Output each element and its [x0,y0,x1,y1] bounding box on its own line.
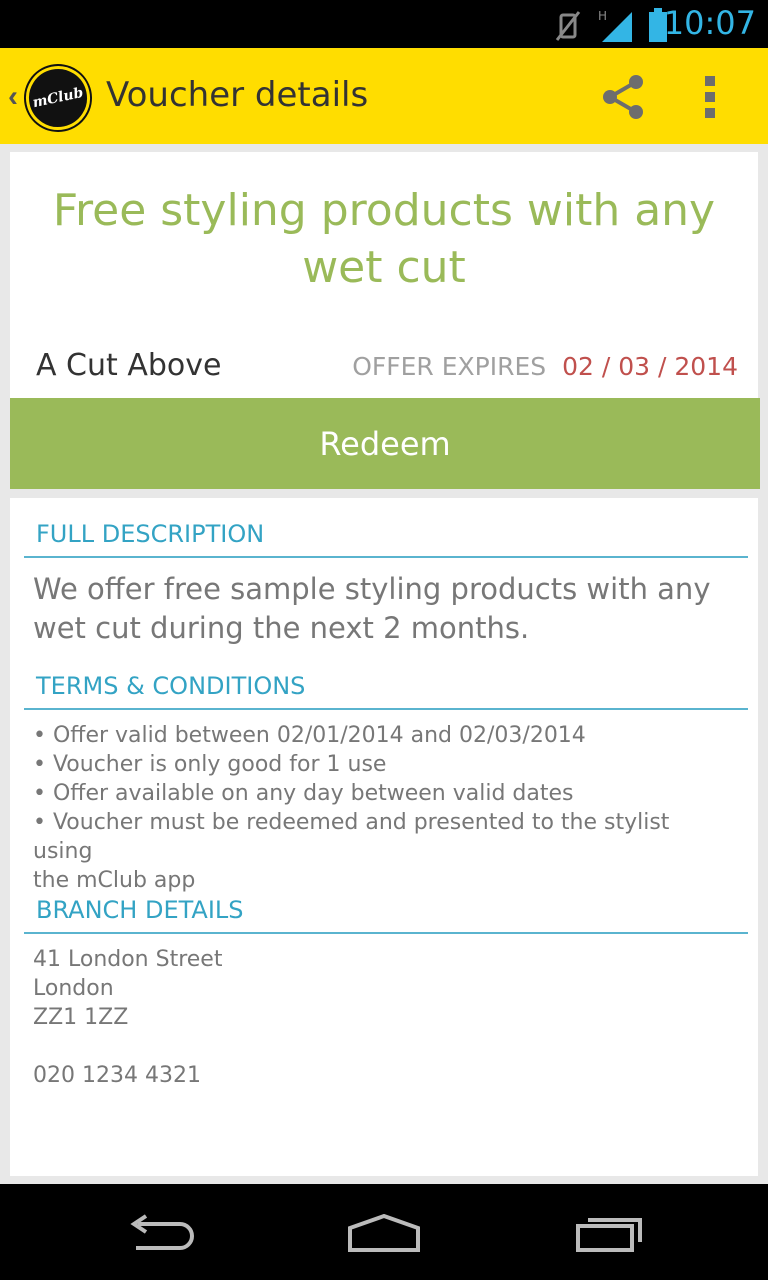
offer-title-line: wet cut [302,242,466,293]
vibrate-mute-icon [554,10,582,42]
terms-list: • Offer valid between 02/01/2014 and 02/… [33,721,723,895]
branch-address: 41 London Street London ZZ1 1ZZ 020 1234… [33,945,723,1090]
description-line: wet cut during the next 2 months. [33,611,530,645]
offer-expiry: OFFER EXPIRES 02 / 03 / 2014 [352,352,738,381]
terms-item: • Offer available on any day between val… [33,781,574,806]
full-description-text: We offer free sample styling products wi… [33,570,723,648]
address-line: 41 London Street [33,947,223,972]
address-city: London [33,976,114,1001]
svg-text:H: H [598,9,607,23]
terms-item: • Voucher is only good for 1 use [33,752,387,777]
expiry-date: 02 / 03 / 2014 [562,352,738,381]
terms-item: the mClub app [33,868,196,893]
full-description-header: FULL DESCRIPTION [24,520,748,558]
expiry-label: OFFER EXPIRES [352,352,547,381]
back-chevron-icon[interactable]: ‹ [8,80,18,114]
description-line: We offer free sample styling products wi… [33,572,711,606]
address-postcode: ZZ1 1ZZ [33,1005,129,1030]
branch-details-header: BRANCH DETAILS [24,896,748,934]
mclub-logo[interactable]: mClub [20,60,96,136]
home-icon[interactable] [346,1213,422,1259]
offer-card: Free styling products with any wet cut A… [10,152,758,398]
back-icon[interactable] [124,1214,196,1259]
share-icon[interactable] [598,72,648,127]
signal-h-icon: H [598,8,632,42]
action-bar: ‹ mClub Voucher details [0,48,768,144]
terms-item: • Offer valid between 02/01/2014 and 02/… [33,723,586,748]
recent-apps-icon[interactable] [574,1214,646,1259]
redeem-button[interactable]: Redeem [10,398,760,489]
terms-header: TERMS & CONDITIONS [24,672,748,710]
clock: 10:07 [663,4,756,42]
overflow-menu-icon[interactable] [700,74,720,125]
terms-item: • Voucher must be redeemed and presented… [33,810,670,864]
navigation-bar [0,1184,768,1280]
branch-phone[interactable]: 020 1234 4321 [33,1061,723,1090]
offer-title: Free styling products with any wet cut [10,182,758,296]
offer-title-line: Free styling products with any [52,185,716,236]
status-bar: H 10:07 [0,0,768,48]
page-title: Voucher details [106,75,369,115]
merchant-name: A Cut Above [36,348,222,383]
status-icons: H [554,8,668,42]
details-card: FULL DESCRIPTION We offer free sample st… [10,498,758,1176]
